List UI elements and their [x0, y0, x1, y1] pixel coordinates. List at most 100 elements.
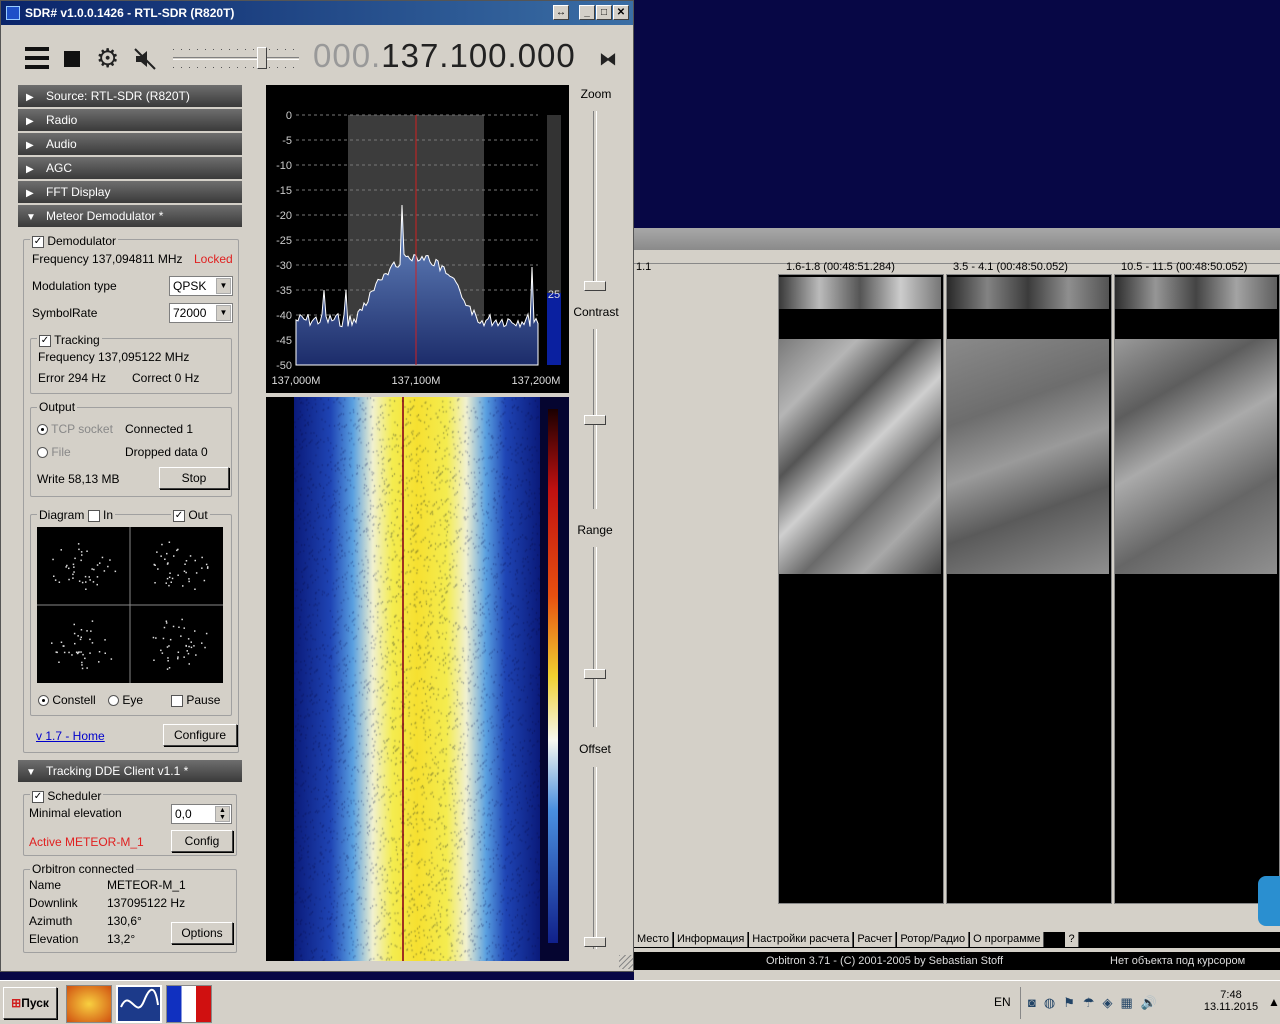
panel-meteor-demodulator[interactable]: ▼ Meteor Demodulator *	[18, 205, 242, 227]
stop-button[interactable]: Stop	[159, 467, 229, 489]
sdr-titlebar[interactable]: SDR# v1.0.0.1426 - RTL-SDR (R820T)	[1, 1, 633, 25]
constellation-point	[79, 638, 82, 641]
constellation-point	[99, 562, 101, 564]
restore-size-button[interactable]: ↔	[553, 5, 569, 20]
column-header-3: 10.5 - 11.5 (00:48:50.052)	[1121, 261, 1248, 273]
panel-fft-display[interactable]: ▶ FFT Display	[18, 181, 242, 203]
pause-checkbox[interactable]: Pause	[171, 693, 220, 707]
volume-slider[interactable]	[173, 45, 299, 71]
constellation-point	[80, 636, 82, 638]
symbolrate-select[interactable]: 72000 ▼	[169, 303, 233, 323]
maximize-button[interactable]: □	[596, 5, 612, 20]
downlink-label: Downlink	[29, 896, 78, 910]
windows-logo-icon: ⊞	[11, 996, 22, 1010]
orbitron-titlebar[interactable]	[634, 228, 1280, 250]
constell-option[interactable]: Constell	[38, 693, 96, 707]
eye-option[interactable]: Eye	[108, 693, 143, 707]
demodulator-checkbox[interactable]: ✓	[32, 235, 44, 248]
orbitron-taskbar-icon[interactable]	[66, 985, 112, 1023]
teamviewer-icon[interactable]	[1258, 876, 1280, 926]
panel-agc[interactable]: ▶ AGC	[18, 157, 242, 179]
x-tick-0: 137,000M	[272, 375, 321, 387]
waterfall-display[interactable]	[266, 397, 569, 961]
demod-frequency: Frequency 137,094811 MHz	[32, 252, 183, 266]
azimuth-value: 130,6°	[107, 914, 142, 928]
constellation-point	[157, 568, 159, 570]
constellation-point	[96, 576, 99, 578]
constellation-point	[73, 623, 75, 626]
constellation-point	[74, 642, 76, 645]
resize-grip[interactable]	[619, 955, 633, 969]
constellation-point	[81, 667, 84, 670]
tcp-socket-option[interactable]: TCP socket	[37, 422, 113, 436]
file-option[interactable]: File	[37, 445, 71, 459]
panel-radio[interactable]: ▶ Radio	[18, 109, 242, 131]
panel-source[interactable]: ▶ Source: RTL-SDR (R820T)	[18, 85, 242, 107]
language-indicator[interactable]: EN	[994, 995, 1011, 1009]
column-header-1: 1.6-1.8 (00:48:51.284)	[786, 261, 895, 273]
panel-tracking-dde[interactable]: ▼ Tracking DDE Client v1.1 *	[18, 760, 242, 782]
tab-calc[interactable]: Расчет	[854, 932, 897, 947]
waterfall-noise	[294, 397, 540, 961]
minimize-button[interactable]: _	[579, 5, 595, 20]
clock[interactable]: 7:48 13.11.2015	[1196, 989, 1266, 1013]
center-tuning-icon[interactable]: ⧓	[599, 49, 617, 70]
in-checkbox[interactable]	[87, 509, 100, 522]
constellation-point	[60, 549, 62, 551]
constellation-point	[77, 635, 79, 637]
contrast-slider[interactable]	[579, 329, 611, 509]
constellation-point	[172, 625, 175, 628]
constellation-point	[155, 637, 157, 639]
constellation-point	[86, 550, 88, 552]
constellation-point	[65, 566, 67, 568]
constellation-point	[52, 558, 54, 561]
constellation-point	[96, 564, 99, 566]
out-checkbox[interactable]: ✓	[173, 509, 185, 522]
gear-icon[interactable]: ⚙	[96, 43, 119, 74]
tab-info[interactable]: Информация	[673, 932, 749, 947]
tab-rotor-radio[interactable]: Ротор/Радио	[897, 932, 970, 947]
constellation-point	[194, 630, 196, 632]
show-desktop-icon[interactable]: ▲	[1268, 995, 1280, 1009]
constellation-point	[166, 668, 169, 670]
constellation-point	[63, 651, 66, 654]
tab-place[interactable]: Место	[634, 932, 673, 947]
config-button[interactable]: Config	[171, 830, 233, 852]
spectrum-analyzer[interactable]: 0 -5 -10 -15 -20 -25 -30 -35 -40 -45 -50 25 137,00…	[266, 85, 569, 393]
close-button[interactable]: ✕	[613, 5, 629, 20]
offset-slider[interactable]	[579, 767, 611, 949]
constellation-point	[72, 577, 74, 579]
tracking-checkbox[interactable]: ✓	[39, 334, 51, 347]
tab-calc-settings[interactable]: Настройки расчета	[749, 932, 854, 947]
options-button[interactable]: Options	[171, 922, 233, 944]
mute-icon[interactable]	[133, 47, 157, 71]
configure-button[interactable]: Configure	[163, 724, 237, 746]
write-size: Write 58,13 MB	[37, 472, 120, 486]
menu-icon[interactable]	[25, 47, 49, 69]
dropdown-arrow-icon: ▼	[216, 278, 231, 294]
tracking-label: Tracking	[54, 333, 100, 347]
stop-icon[interactable]	[64, 51, 80, 67]
constellation-point	[153, 659, 155, 661]
constellation-point	[187, 652, 190, 655]
sdr-taskbar-icon[interactable]	[116, 985, 162, 1023]
app-taskbar-icon[interactable]	[166, 985, 212, 1023]
tab-about[interactable]: О программе	[970, 932, 1045, 947]
frequency-display[interactable]: 000.137.100.000	[313, 37, 576, 75]
tray-icons[interactable]: ◙◍⚑☂◈▦🔊	[1028, 995, 1165, 1011]
scheduler-checkbox[interactable]: ✓	[32, 790, 44, 803]
tab-help[interactable]: ?	[1065, 932, 1079, 947]
home-link[interactable]: v 1.7 - Home	[36, 729, 105, 743]
constellation-point	[190, 646, 193, 649]
y-tick-label: -35	[276, 285, 292, 297]
modulation-select[interactable]: QPSK ▼	[169, 276, 233, 296]
constellation-point	[60, 641, 63, 643]
start-button[interactable]: ⊞Пуск	[3, 987, 57, 1019]
column-header-2: 3.5 - 4.1 (00:48:50.052)	[953, 261, 1068, 273]
range-slider[interactable]	[579, 547, 611, 727]
min-elevation-spinner[interactable]: 0,0 ▲ ▼	[171, 804, 232, 824]
panel-audio[interactable]: ▶ Audio	[18, 133, 242, 155]
constellation-point	[188, 645, 190, 648]
constellation-point	[201, 642, 203, 644]
zoom-slider[interactable]	[579, 111, 611, 291]
